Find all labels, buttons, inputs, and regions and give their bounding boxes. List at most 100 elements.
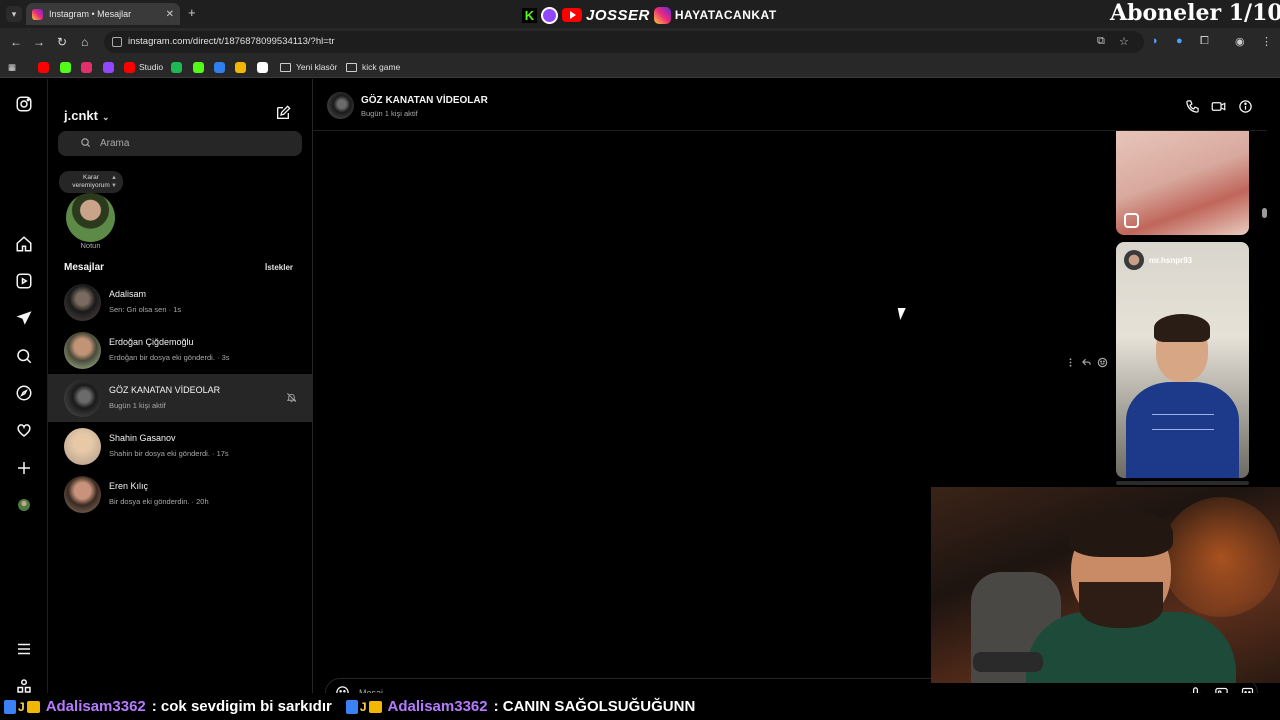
bookmark-folder[interactable]: kick game	[346, 60, 400, 74]
folder-icon	[346, 62, 357, 72]
home-icon[interactable]: ⌂	[81, 35, 88, 49]
bookmark-favicon-icon	[214, 61, 225, 73]
next-media-edge	[1116, 481, 1249, 485]
new-tab-plus-icon[interactable]: +	[188, 5, 196, 20]
bookmark-favicon-icon	[235, 61, 246, 73]
thread-name: Shahin Gasanov	[109, 433, 176, 443]
bookmark-item[interactable]	[193, 60, 208, 74]
thread-name: GÖZ KANATAN VİDEOLAR	[109, 385, 221, 395]
reply-icon[interactable]	[1081, 355, 1092, 366]
message-more-options-icon[interactable]	[1065, 355, 1076, 367]
direct-messages-icon[interactable]	[15, 309, 33, 327]
bookmark-favicon-icon	[257, 61, 268, 73]
shirt-print	[1152, 414, 1214, 430]
notifications-heart-icon[interactable]	[15, 421, 33, 439]
scrollbar-thumb[interactable]	[1262, 208, 1267, 218]
chat-username: Adalisam3362	[45, 698, 146, 715]
more-menu-icon[interactable]	[15, 640, 33, 658]
profile-avatar-icon[interactable]	[15, 496, 33, 514]
chevron-down-icon: ⌄	[101, 112, 110, 122]
search-icon[interactable]	[15, 347, 33, 365]
bookmark-item[interactable]: Studio	[124, 60, 163, 74]
note-bubble[interactable]: Karar veremiyorum ▲ ▼	[59, 171, 123, 193]
reels-icon[interactable]	[15, 272, 33, 290]
address-bar[interactable]: instagram.com/direct/t/1876878099534113/…	[104, 31, 1144, 53]
note-avatar[interactable]	[66, 193, 115, 242]
apps-grid-icon[interactable]: ▦	[8, 60, 16, 74]
chat-header: GÖZ KANATAN VİDEOLAR Bugün 1 kişi aktif	[313, 79, 1267, 131]
address-url: instagram.com/direct/t/1876878099534113/…	[128, 36, 335, 47]
thread-row[interactable]: Shahin Gasanov Shahin bir dosya eki gönde…	[48, 422, 313, 470]
requests-link[interactable]: İstekler	[265, 263, 293, 272]
search-field[interactable]	[58, 131, 302, 156]
instagram-favicon-icon	[32, 8, 43, 20]
reload-icon[interactable]: ↻	[57, 35, 67, 49]
thread-name: Eren Kılıç	[109, 481, 149, 491]
twitch-logo-icon	[541, 6, 558, 24]
search-icon	[81, 138, 91, 148]
profile-avatar-icon[interactable]: ◉	[1235, 35, 1245, 48]
video-call-icon[interactable]	[1211, 99, 1226, 114]
chat-avatar[interactable]	[327, 92, 354, 119]
folder-icon	[280, 62, 291, 72]
new-message-compose-icon[interactable]	[275, 105, 291, 121]
browser-menu-icon[interactable]: ⋮	[1261, 35, 1272, 48]
react-emoji-icon[interactable]	[1097, 355, 1108, 368]
thread-preview: Bugün 1 kişi aktif	[109, 401, 166, 410]
extensions-puzzle-icon[interactable]: ⧠	[1200, 35, 1209, 48]
instagram-logo-icon[interactable]	[15, 95, 33, 113]
create-plus-icon[interactable]	[15, 459, 33, 477]
thread-name: Erdoğan Çiğdemoğlu	[109, 337, 194, 347]
stream-social-logos: K JOSSER HAYATACANKAT	[522, 6, 777, 24]
messages-sidebar: j.cnkt⌄ Karar veremiyorum ▲▼ Notun Mesaj…	[48, 79, 313, 720]
bookmark-item[interactable]	[235, 60, 250, 74]
bookmark-star-icon[interactable]: ☆	[1119, 35, 1129, 48]
home-icon[interactable]	[15, 235, 33, 253]
chat-title[interactable]: GÖZ KANATAN VİDEOLAR	[361, 95, 488, 106]
bookmark-favicon-icon	[124, 61, 135, 73]
bookmark-item[interactable]	[257, 60, 272, 74]
browser-tab-instagram[interactable]: Instagram • Mesajlar ✕	[26, 3, 180, 25]
extension-icon[interactable]: ◗	[1152, 35, 1159, 47]
thread-row[interactable]: Erdoğan Çiğdemoğlu Erdoğan bir dosya eki …	[48, 326, 313, 374]
browser-toolbar: ← → ↻ ⌂ instagram.com/direct/t/187687809…	[0, 28, 1280, 56]
instagram-nav-rail	[0, 79, 48, 720]
account-switcher[interactable]: j.cnkt ⌄	[64, 108, 110, 123]
tab-search-icon[interactable]: ▾	[6, 6, 22, 22]
bookmark-folder[interactable]: Yeni klasör	[280, 60, 337, 74]
shared-post-author[interactable]: mr.hsnpr93	[1124, 250, 1192, 270]
thread-row[interactable]: Eren Kılıç Bir dosya eki gönderdin. · 20h	[48, 470, 313, 518]
conversation-info-icon[interactable]	[1238, 99, 1253, 114]
thread-row[interactable]: Adalisam Sen: Gri olsa sen · 1s	[48, 278, 313, 326]
bookmark-item[interactable]	[60, 60, 75, 74]
post-image-subject	[1126, 382, 1239, 478]
bookmark-item[interactable]	[214, 60, 229, 74]
bookmark-label: Yeni klasör	[296, 62, 338, 72]
voice-call-icon[interactable]	[1185, 99, 1200, 114]
bookmark-item[interactable]	[81, 60, 96, 74]
extension-blue-icon[interactable]: ●	[1176, 35, 1183, 47]
shared-reel-card[interactable]	[1116, 131, 1249, 235]
back-arrow-icon[interactable]: ←	[10, 35, 22, 49]
stream-chat-ticker: J Adalisam3362: cok sevdigim bi sarkıdır J…	[0, 693, 1280, 720]
bookmark-item[interactable]	[103, 60, 118, 74]
tab-close-icon[interactable]: ✕	[166, 9, 174, 20]
site-info-icon[interactable]	[112, 37, 122, 47]
streamer-webcam	[931, 487, 1280, 683]
install-app-icon[interactable]: ⧉	[1097, 35, 1105, 48]
muted-bell-icon	[286, 393, 297, 403]
webcam-person-hair	[1069, 509, 1173, 557]
shared-post-author-avatar	[1124, 250, 1144, 270]
thread-row[interactable]: GÖZ KANATAN VİDEOLAR Bugün 1 kişi aktif	[48, 374, 313, 422]
thread-preview: Erdoğan bir dosya eki gönderdi. · 3s	[109, 353, 230, 362]
explore-compass-icon[interactable]	[15, 384, 33, 402]
bookmark-favicon-icon	[171, 61, 182, 73]
bookmark-item[interactable]	[171, 60, 186, 74]
shared-post-card[interactable]: mr.hsnpr93	[1116, 242, 1249, 478]
thread-name: Adalisam	[109, 289, 147, 299]
search-input[interactable]	[100, 131, 290, 156]
forward-arrow-icon[interactable]: →	[33, 35, 45, 49]
browser-tab-bar: ▾ Instagram • Mesajlar ✕ + K JOSSER HAYA…	[0, 0, 1280, 28]
bookmark-item[interactable]	[38, 60, 53, 74]
instagram-logo-icon	[653, 6, 671, 24]
